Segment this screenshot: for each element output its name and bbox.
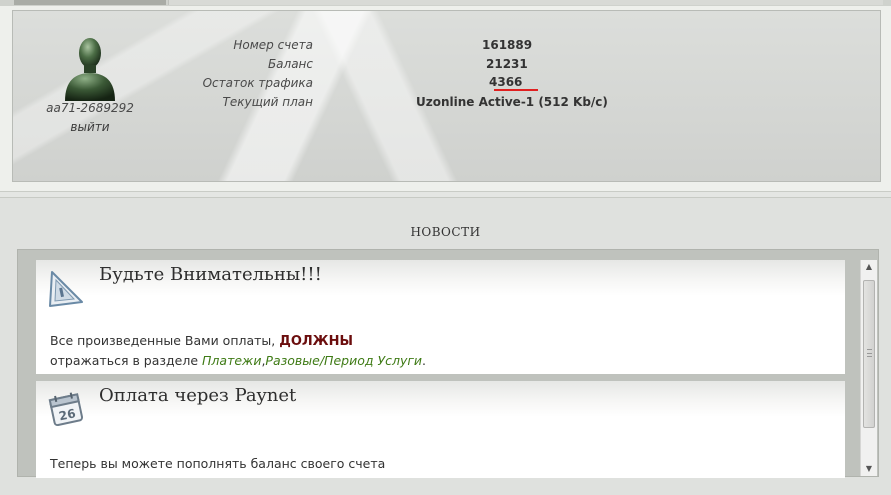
payments-link[interactable]: Платежи — [202, 353, 261, 368]
account-number-label: Номер счета — [233, 38, 313, 52]
account-number-value: 161889 — [482, 38, 533, 52]
traffic-remaining-value: 4366 — [489, 75, 523, 89]
top-tab-inactive[interactable] — [168, 0, 883, 5]
scroll-down-arrow-icon[interactable]: ▼ — [861, 462, 877, 476]
services-link[interactable]: Разовые/Период Услуги — [265, 353, 422, 368]
scroll-grip-icon — [867, 349, 872, 357]
user-login: aa71-2689292 — [46, 101, 134, 115]
news-text-prefix: Все произведенные Вами оплаты, — [50, 333, 280, 348]
current-plan-value: Uzonline Active-1 (512 Kb/c) — [416, 95, 608, 109]
news-item-text: Все произведенные Вами оплаты, ДОЛЖНЫ — [50, 333, 353, 349]
account-panel: aa71-2689292 выйти Номер счета 161889 Ба… — [12, 10, 881, 182]
news-heading: НОВОСТИ — [410, 225, 481, 239]
news-item: Будьте Внимательны!!! Все произведенные … — [36, 260, 845, 374]
news-item-title: Оплата через Paynet — [99, 385, 297, 406]
news-section: НОВОСТИ Будьте Внимательны!!! Все произв… — [0, 197, 891, 495]
current-plan-label: Текущий план — [222, 95, 314, 109]
balance-value: 21231 — [486, 57, 528, 71]
top-tab-active[interactable] — [14, 0, 166, 5]
news-item-text-2: отражаться в разделе Платежи,Разовые/Пер… — [50, 353, 426, 368]
news-item: 26 Оплата через Paynet Теперь вы можете … — [36, 381, 845, 478]
news-item-title: Будьте Внимательны!!! — [99, 264, 322, 285]
user-avatar-icon — [65, 38, 115, 101]
account-section: aa71-2689292 выйти Номер счета 161889 Ба… — [0, 6, 891, 192]
warning-triangle-icon — [49, 271, 83, 307]
balance-label: Баланс — [267, 57, 313, 71]
traffic-underline — [494, 89, 538, 91]
scroll-up-arrow-icon[interactable]: ▲ — [861, 260, 877, 274]
news-frame: Будьте Внимательны!!! Все произведенные … — [17, 249, 879, 478]
traffic-remaining-label: Остаток трафика — [202, 76, 313, 90]
news-text-emphasis: ДОЛЖНЫ — [279, 334, 353, 349]
scrollbar-thumb[interactable] — [863, 280, 875, 428]
calendar-icon: 26 — [48, 392, 84, 427]
logout-link[interactable]: выйти — [25, 120, 155, 134]
news-scrollbar[interactable]: ▲ ▼ — [860, 260, 877, 476]
news-list: Будьте Внимательны!!! Все произведенные … — [36, 260, 845, 478]
news-text-suffix: . — [422, 353, 427, 368]
news-item-text: Теперь вы можете пополнять баланс своего… — [50, 456, 386, 471]
news-text-prefix-2: отражаться в разделе — [50, 353, 203, 368]
